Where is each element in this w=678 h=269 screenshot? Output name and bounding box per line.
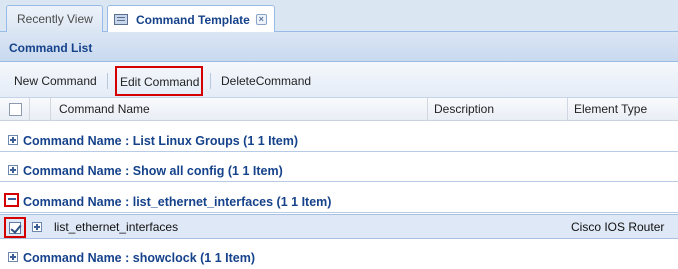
group-row[interactable]: Command Name : showclock (1 1 Item): [0, 245, 678, 269]
group-label: Command Name : Show all config (1 1 Item…: [23, 164, 283, 178]
cell-element-type: Cisco IOS Router: [571, 220, 665, 234]
toolbar: New Command Edit Command DeleteCommand: [0, 62, 678, 98]
expand-icon[interactable]: [32, 222, 42, 232]
tab-command-template[interactable]: Command Template ×: [107, 5, 275, 33]
collapse-icon[interactable]: [4, 193, 19, 207]
row-checkbox[interactable]: [4, 217, 26, 238]
toolbar-separator: [210, 73, 211, 89]
group-label: Command Name : showclock (1 1 Item): [23, 251, 256, 265]
delete-command-button[interactable]: DeleteCommand: [221, 70, 311, 92]
column-command-name[interactable]: Command Name: [50, 98, 427, 121]
expand-icon[interactable]: [8, 135, 18, 145]
group-row[interactable]: Command Name : List Linux Groups (1 1 It…: [0, 128, 678, 152]
tab-label: Command Template: [136, 12, 250, 27]
table-row[interactable]: list_ethernet_interfaces Cisco IOS Route…: [0, 214, 678, 239]
column-element-type[interactable]: Element Type: [567, 98, 678, 121]
close-icon[interactable]: ×: [255, 14, 267, 25]
edit-command-button[interactable]: Edit Command: [115, 66, 203, 96]
expander-column: [29, 98, 49, 121]
column-header: Command Name Description Element Type: [0, 98, 678, 121]
expand-icon[interactable]: [8, 252, 18, 262]
panel-title: Command List: [0, 32, 678, 62]
select-all-checkbox[interactable]: [9, 103, 22, 116]
cell-command-name: list_ethernet_interfaces: [54, 220, 179, 234]
group-label: Command Name : list_ethernet_interfaces …: [23, 195, 332, 209]
group-label: Command Name : List Linux Groups (1 1 It…: [23, 134, 299, 148]
group-row[interactable]: Command Name : Show all config (1 1 Item…: [0, 158, 678, 182]
tab-label: Recently View: [17, 12, 93, 26]
group-row[interactable]: Command Name : list_ethernet_interfaces …: [0, 189, 678, 213]
column-description[interactable]: Description: [427, 98, 567, 121]
tab-recently-view[interactable]: Recently View: [6, 5, 103, 32]
expand-icon[interactable]: [8, 165, 18, 175]
window-icon: [114, 14, 128, 25]
check-icon: [9, 222, 21, 234]
toolbar-separator: [107, 73, 108, 89]
tab-bar: Recently View Command Template ×: [0, 0, 678, 33]
new-command-button[interactable]: New Command: [14, 70, 97, 92]
